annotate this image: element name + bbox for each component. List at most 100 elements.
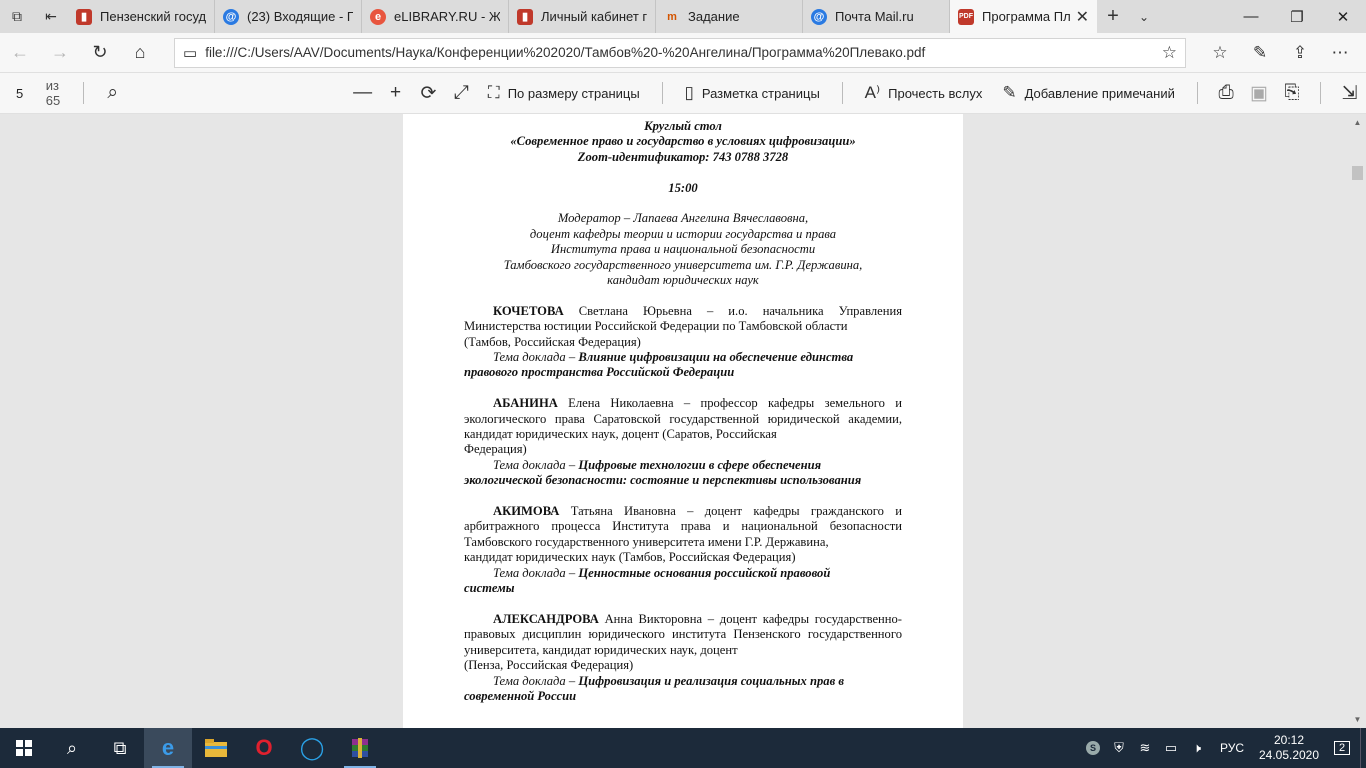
more-icon[interactable]: ⋯ — [1320, 43, 1360, 63]
read-aloud-button[interactable]: A⁾ Прочесть вслух — [855, 78, 993, 108]
clock[interactable]: 20:12 24.05.2020 — [1254, 733, 1324, 763]
tab-task[interactable]: m Задание — [656, 0, 803, 33]
rotate-icon[interactable]: ⟳ — [412, 78, 445, 108]
print-icon[interactable]: ⎙ — [1210, 78, 1243, 108]
fit-page-button[interactable]: ⛶ По размеру страницы — [478, 78, 650, 108]
elibrary-icon: e — [370, 8, 386, 25]
bio-text: Елена Николаевна – профессор кафедры зем… — [557, 396, 902, 411]
search-icon[interactable]: ⌕ — [96, 78, 129, 108]
page-layout-button[interactable]: ▯ Разметка страницы — [675, 78, 830, 108]
forward-icon[interactable]: → — [40, 33, 80, 73]
language-indicator[interactable]: РУС — [1210, 741, 1254, 755]
restore-icon[interactable]: ❐ — [1274, 0, 1320, 33]
tab-inbox[interactable]: @ (23) Входящие - П — [215, 0, 362, 33]
topic-title-end: экологической безопасности: состояние и … — [464, 473, 862, 488]
back-icon[interactable]: ← — [0, 33, 40, 73]
notification-count: 2 — [1333, 741, 1351, 755]
tab-bar: ⧉ ⇤ ▮ Пензенский госуд @ (23) Входящие -… — [0, 0, 1366, 33]
network-icon[interactable]: ≋ — [1132, 740, 1158, 756]
set-aside-tabs-icon[interactable]: ⇤ — [34, 0, 68, 33]
tm-icon: m — [667, 10, 677, 23]
vertical-scrollbar[interactable]: ▲ ▼ — [1349, 114, 1366, 728]
pdf-page: Круглый стол «Современное право и госуда… — [403, 114, 963, 728]
bio-text: Тамбовского государственного университет… — [464, 534, 829, 549]
clock-date: 24.05.2020 — [1258, 748, 1320, 762]
moderator-line: Института права и национальной безопасно… — [550, 242, 816, 257]
new-tab-icon[interactable]: + — [1097, 0, 1129, 33]
tab-penza-university[interactable]: ▮ Пензенский госуд — [68, 0, 215, 33]
mail-at-icon: @ — [223, 8, 239, 25]
home-icon[interactable]: ⌂ — [120, 33, 160, 73]
show-desktop-button[interactable] — [1360, 728, 1366, 768]
windows-start-icon[interactable] — [0, 728, 48, 768]
opera-icon[interactable]: O — [240, 728, 288, 768]
mail-at-icon: @ — [811, 8, 827, 25]
divider — [1196, 82, 1198, 104]
document-text: Круглый стол «Современное право и госуда… — [464, 119, 902, 704]
tab-elibrary[interactable]: e eLIBRARY.RU - Жур — [362, 0, 509, 33]
address-url[interactable]: file:///C:/Users/AAV/Documents/Наука/Кон… — [205, 45, 1162, 60]
scroll-up-icon[interactable]: ▲ — [1349, 114, 1366, 131]
add-notes-button[interactable]: ✎ Добавление примечаний — [992, 78, 1185, 108]
participant-entry: АКИМОВА Татьяна Ивановна – доцент кафедр… — [464, 504, 902, 596]
page-total: из 65 — [45, 78, 61, 108]
minimize-icon[interactable]: — — [1228, 0, 1274, 33]
winrar-icon[interactable] — [336, 728, 384, 768]
bio-text: экологического права Саратовской государ… — [464, 411, 840, 426]
file-explorer-icon[interactable] — [192, 728, 240, 768]
divider — [83, 82, 85, 104]
pin-toolbar-icon[interactable]: ⇲ — [1333, 78, 1366, 108]
tab-label: Программа Пл — [982, 9, 1070, 24]
zoom-in-icon[interactable]: + — [379, 78, 412, 108]
notification-center-icon[interactable]: 2 — [1324, 741, 1360, 755]
participant-bio: АБАНИНА Елена Николаевна – профессор каф… — [464, 396, 902, 442]
bio-last-line: Федерация) — [464, 442, 527, 457]
topic-title: Влияние цифровизации на обеспечение един… — [578, 350, 854, 365]
bio-last-line: кандидат юридических наук (Тамбов, Росси… — [464, 550, 796, 565]
pen-icon[interactable]: ✎ — [1240, 43, 1280, 63]
tab-mail-ru[interactable]: @ Почта Mail.ru — [803, 0, 950, 33]
tab-program-pdf[interactable]: PDF Программа Пл ✕ — [950, 0, 1097, 33]
save-as-icon[interactable]: ⎘ — [1275, 78, 1308, 108]
topic-prefix: Тема доклада – — [493, 565, 579, 580]
favorites-icon[interactable]: ☆ — [1200, 43, 1240, 63]
divider — [661, 82, 663, 104]
fullscreen-icon[interactable]: ⤢ — [445, 78, 478, 108]
topic-title: Цифровые технологии в сфере обеспечения — [578, 457, 822, 472]
tab-actions-icon[interactable]: ⧉ — [0, 0, 34, 33]
security-icon[interactable]: ⛨ — [1106, 740, 1132, 756]
moderator-line: кандидат юридических наук — [607, 273, 759, 288]
pdf-viewer[interactable]: Круглый стол «Современное право и госуда… — [0, 114, 1366, 728]
battery-icon[interactable]: ▭ — [1158, 740, 1184, 756]
topic-prefix: Тема доклада – — [493, 457, 579, 472]
clock-time: 20:12 — [1273, 733, 1305, 747]
chevron-down-icon[interactable]: ⌄ — [1129, 0, 1159, 33]
scroll-down-icon[interactable]: ▼ — [1349, 711, 1366, 728]
tab-label: Личный кабинет г — [541, 9, 647, 24]
zoom-out-icon[interactable]: — — [346, 78, 379, 108]
participant-bio: АЛЕКСАНДРОВА Анна Викторовна – доцент ка… — [464, 612, 902, 658]
save-icon[interactable]: ▣ — [1243, 78, 1276, 108]
refresh-icon[interactable]: ↻ — [80, 33, 120, 73]
volume-icon[interactable]: 🕨 — [1184, 740, 1210, 756]
page-number-input[interactable]: 5 — [8, 79, 36, 107]
tab-personal-cabinet[interactable]: ▮ Личный кабинет г — [509, 0, 656, 33]
participant-entry: АБАНИНА Елена Николаевна – профессор каф… — [464, 396, 902, 488]
page-info-icon[interactable]: ▭ — [183, 44, 197, 62]
scroll-thumb[interactable] — [1352, 166, 1363, 180]
edge-icon[interactable]: e — [144, 728, 192, 768]
close-tab-icon[interactable]: ✕ — [1070, 7, 1089, 27]
task-view-icon[interactable]: ⧉ — [96, 728, 144, 768]
bookmark-icon: ▮ — [517, 8, 533, 25]
bio-text: Анна Викторовна – доцент кафедры — [598, 611, 810, 626]
share-icon[interactable]: ⇪ — [1280, 43, 1320, 63]
skype-icon[interactable]: S — [1080, 741, 1106, 755]
favorite-star-icon[interactable]: ☆ — [1162, 43, 1177, 63]
topic-title-end: правового пространства Российской Федера… — [464, 365, 735, 380]
search-icon[interactable]: ⌕ — [48, 728, 96, 768]
cortana-icon[interactable]: ◯ — [288, 728, 336, 768]
participant-name: АБАНИНА — [493, 396, 558, 411]
address-bar[interactable]: ▭ file:///C:/Users/AAV/Documents/Наука/К… — [174, 37, 1186, 68]
close-window-icon[interactable]: ✕ — [1320, 0, 1366, 33]
participant-name: АКИМОВА — [493, 504, 560, 519]
